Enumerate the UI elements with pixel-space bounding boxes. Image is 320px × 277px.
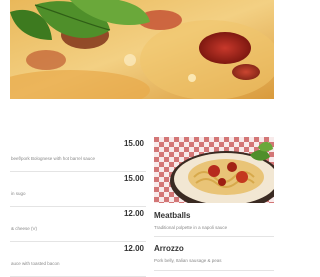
- dish-name: Arrozzo: [154, 244, 184, 253]
- spaghetti-image: [154, 137, 274, 203]
- dish-description: Traditional polpette in a napoli sauce: [154, 225, 228, 230]
- menu-item[interactable]: 12.00 & cheese (V): [10, 207, 146, 242]
- menu-item[interactable]: 12.00 auce with toasted bacon: [10, 242, 146, 277]
- divider: [154, 270, 274, 271]
- menu-item-description: & cheese (V): [11, 226, 38, 231]
- featured-dish[interactable]: Arrozzo Pork belly, Italian sausage & pe…: [154, 244, 221, 263]
- menu-item-price: 15.00: [123, 139, 144, 148]
- menu-item[interactable]: 15.00 beef/pork Bolognese with hot barre…: [10, 137, 146, 172]
- menu-item-price: 15.00: [123, 174, 144, 183]
- featured-dish[interactable]: Meatballs Traditional polpette in a napo…: [154, 211, 227, 230]
- dish-description: Pork belly, Italian sausage & peas: [154, 258, 222, 263]
- dish-name: Meatballs: [154, 211, 191, 220]
- menu-item-description: in sugo: [11, 191, 26, 196]
- pizza-hero-image: [10, 0, 274, 99]
- menu-item[interactable]: 15.00 in sugo: [10, 172, 146, 207]
- divider: [154, 236, 274, 237]
- menu-item-price: 12.00: [123, 209, 144, 218]
- menu-item-description: auce with toasted bacon: [11, 261, 60, 266]
- menu-item-description: beef/pork Bolognese with hot barrel sauc…: [11, 156, 96, 161]
- menu-list: 15.00 beef/pork Bolognese with hot barre…: [10, 137, 146, 277]
- menu-item-price: 12.00: [123, 244, 144, 253]
